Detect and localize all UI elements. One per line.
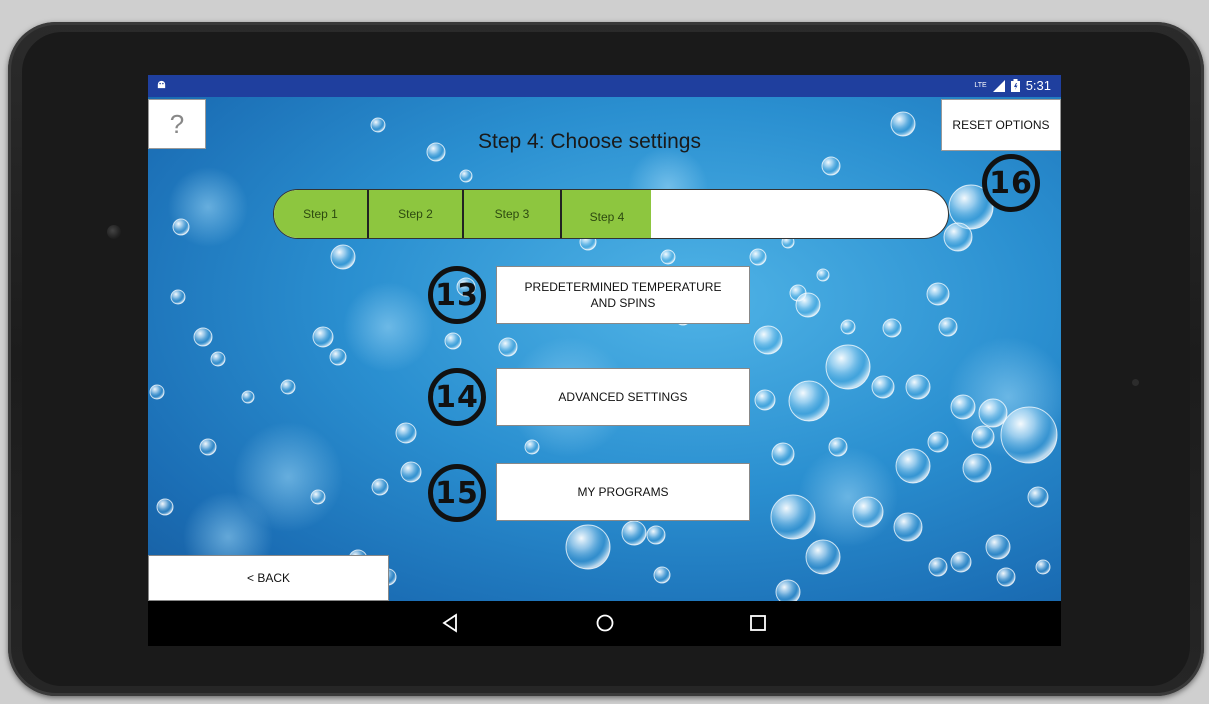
bubble — [971, 425, 995, 449]
bubble — [310, 489, 326, 505]
bubble — [893, 512, 923, 542]
bubble — [646, 525, 666, 545]
bubble — [788, 380, 830, 422]
bubble — [241, 390, 255, 404]
bubble — [962, 453, 992, 483]
step-progress-bar: Step 1 Step 2 Step 3 Step 4 — [273, 189, 949, 239]
bubble — [771, 442, 795, 466]
bubble — [871, 375, 895, 399]
battery-icon — [1010, 79, 1020, 92]
bubble — [156, 498, 174, 516]
reset-options-button[interactable]: RESET OPTIONS — [941, 99, 1061, 151]
status-right: LTE 5:31 — [974, 78, 1051, 93]
screen: LTE 5:31 ? Step 4: Choose settings RESET… — [148, 75, 1061, 646]
blurred-bubble — [343, 282, 433, 372]
bubble — [770, 494, 816, 540]
app-screen: ? Step 4: Choose settings RESET OPTIONS … — [148, 97, 1061, 601]
badge-15: 15 — [428, 464, 486, 522]
bubble — [996, 567, 1016, 587]
bubble — [149, 384, 165, 400]
bubble — [754, 389, 776, 411]
signal-icon — [992, 79, 1005, 92]
bubble — [193, 327, 213, 347]
blurred-bubble — [798, 447, 898, 547]
bubble — [927, 431, 949, 453]
bubble — [840, 319, 856, 335]
back-button[interactable]: < BACK — [148, 555, 389, 601]
bubble — [1027, 486, 1049, 508]
step-1: Step 1 — [303, 207, 338, 221]
home-circle-icon[interactable] — [595, 613, 615, 633]
page-title: Step 4: Choose settings — [478, 130, 701, 153]
bubble — [459, 169, 473, 183]
bubble — [653, 566, 671, 584]
badge-16: 16 — [982, 154, 1040, 212]
bubble — [1035, 559, 1051, 575]
predetermined-temperature-button[interactable]: PREDETERMINED TEMPERATURE AND SPINS — [496, 266, 750, 324]
bubble — [400, 461, 422, 483]
bubble — [749, 248, 767, 266]
bubble — [199, 438, 217, 456]
bubble — [621, 520, 647, 546]
my-programs-button[interactable]: MY PROGRAMS — [496, 463, 750, 521]
bubble — [926, 282, 950, 306]
sensor-dot — [1132, 379, 1139, 386]
bubble — [660, 249, 676, 265]
bubble — [498, 337, 518, 357]
bubble — [882, 318, 902, 338]
bubble — [312, 326, 334, 348]
bubble — [938, 317, 958, 337]
bubble — [928, 557, 948, 577]
step-4: Step 4 — [589, 210, 625, 224]
bubble — [950, 551, 972, 573]
network-label: LTE — [974, 82, 987, 89]
bubble — [170, 289, 186, 305]
bubble — [172, 218, 190, 236]
bubble — [1000, 406, 1058, 464]
back-triangle-icon[interactable] — [441, 613, 459, 633]
status-time: 5:31 — [1025, 78, 1051, 93]
bubble — [753, 325, 783, 355]
bubble — [330, 244, 356, 270]
bubble — [905, 374, 931, 400]
bubble — [821, 156, 841, 176]
bubble — [795, 292, 821, 318]
bubble — [444, 332, 462, 350]
bubble — [565, 524, 611, 570]
bubble — [426, 142, 446, 162]
step-2: Step 2 — [398, 207, 433, 221]
bubble — [370, 117, 386, 133]
bubble — [395, 422, 417, 444]
badge-14: 14 — [428, 368, 486, 426]
bubble — [816, 268, 830, 282]
bubble — [524, 439, 540, 455]
help-button[interactable]: ? — [148, 99, 206, 149]
bubble — [805, 539, 841, 575]
bubbles-background — [149, 111, 1061, 601]
android-icon — [157, 80, 166, 89]
android-navbar — [148, 601, 1061, 646]
bubble — [852, 496, 884, 528]
camera-icon — [107, 225, 121, 239]
bubble — [985, 534, 1011, 560]
bubble — [978, 398, 1008, 428]
bubble — [280, 379, 296, 395]
bubble — [371, 478, 389, 496]
bubble — [775, 579, 801, 601]
bubble — [329, 348, 347, 366]
bubble — [943, 222, 973, 252]
step-3: Step 3 — [494, 207, 530, 221]
bubble — [890, 111, 916, 137]
status-bar: LTE 5:31 — [148, 75, 1061, 97]
bubble — [828, 437, 848, 457]
bubble — [895, 448, 931, 484]
bubble — [210, 351, 226, 367]
bubble — [825, 344, 871, 390]
recents-square-icon[interactable] — [749, 613, 767, 633]
badge-13: 13 — [428, 266, 486, 324]
bubble — [950, 394, 976, 420]
advanced-settings-button[interactable]: ADVANCED SETTINGS — [496, 368, 750, 426]
